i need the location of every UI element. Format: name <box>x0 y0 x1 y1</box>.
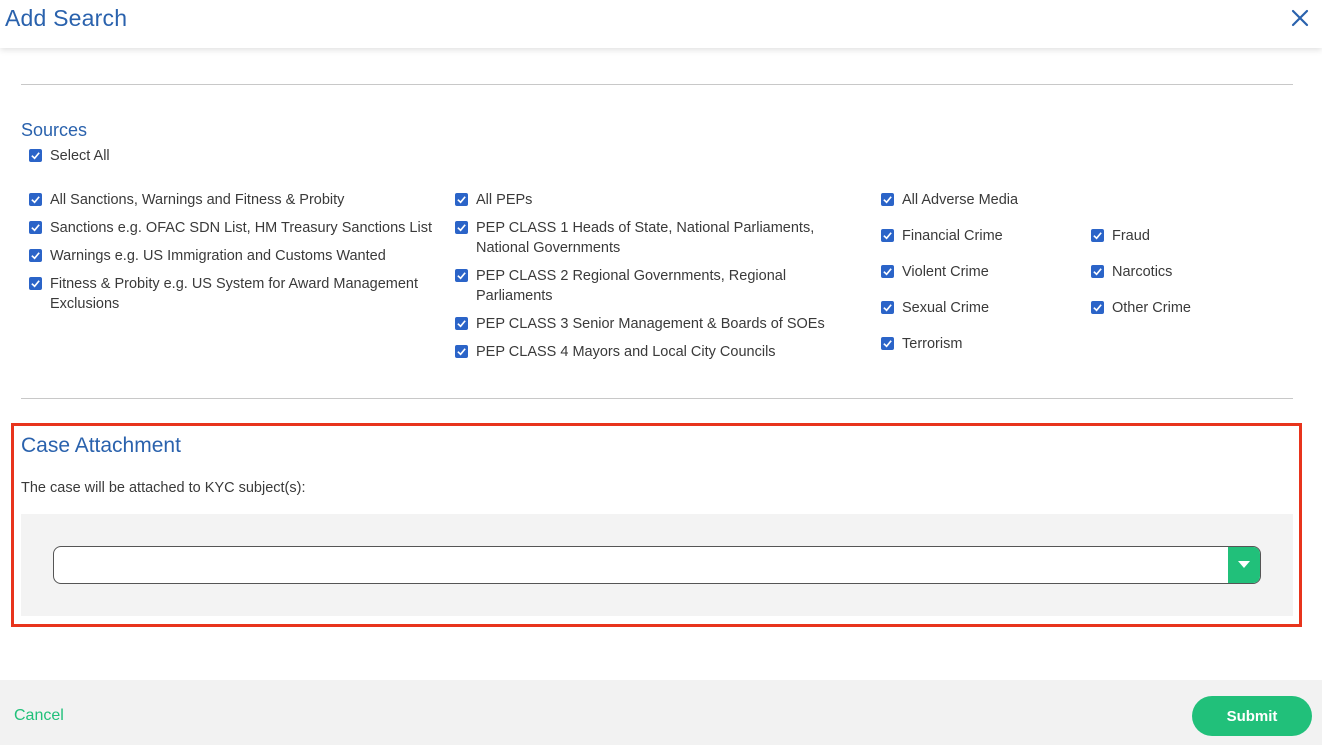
checkbox-all-peps[interactable]: All PEPs <box>455 190 835 210</box>
checkbox-label: Fraud <box>1112 228 1150 244</box>
chevron-down-icon[interactable] <box>1228 547 1260 583</box>
checkbox-label: Violent Crime <box>902 264 989 280</box>
checkbox-label: PEP CLASS 4 Mayors and Local City Counci… <box>476 344 776 360</box>
checkbox-warnings[interactable]: Warnings e.g. US Immigration and Customs… <box>29 246 439 266</box>
checkbox-checked-icon <box>881 337 894 350</box>
checkbox-narcotics[interactable]: Narcotics <box>1091 262 1281 282</box>
checkbox-pep-class-1[interactable]: PEP CLASS 1 Heads of State, National Par… <box>455 218 835 258</box>
checkbox-all-adverse-media[interactable]: All Adverse Media <box>881 190 1081 210</box>
checkbox-label: All Adverse Media <box>902 192 1019 208</box>
checkbox-checked-icon <box>29 193 42 206</box>
case-attachment-description: The case will be attached to KYC subject… <box>21 480 306 496</box>
checkbox-sanctions[interactable]: Sanctions e.g. OFAC SDN List, HM Treasur… <box>29 218 449 238</box>
checkbox-violent-crime[interactable]: Violent Crime <box>881 262 1081 282</box>
checkbox-label: Select All <box>50 148 110 164</box>
checkbox-label: Sanctions e.g. OFAC SDN List, HM Treasur… <box>50 220 432 236</box>
checkbox-checked-icon <box>455 193 468 206</box>
checkbox-checked-icon <box>455 269 468 282</box>
dialog-footer: Cancel Submit <box>0 680 1322 745</box>
checkbox-terrorism[interactable]: Terrorism <box>881 334 1081 354</box>
checkbox-label: All PEPs <box>476 192 533 208</box>
checkbox-label: PEP CLASS 2 Regional Governments, Region… <box>476 268 787 304</box>
checkbox-label: Fitness & Probity e.g. US System for Awa… <box>50 276 419 312</box>
sources-title: Sources <box>21 120 88 140</box>
dialog-header: Add Search <box>0 0 1322 48</box>
checkbox-checked-icon <box>455 317 468 330</box>
checkbox-pep-class-3[interactable]: PEP CLASS 3 Senior Management & Boards o… <box>455 314 835 334</box>
checkbox-checked-icon <box>1091 265 1104 278</box>
add-search-dialog: Add Search Sources Select All All Sancti… <box>0 0 1322 745</box>
checkbox-label: Sexual Crime <box>902 300 990 316</box>
checkbox-all-sanctions[interactable]: All Sanctions, Warnings and Fitness & Pr… <box>29 190 439 210</box>
checkbox-checked-icon <box>1091 301 1104 314</box>
checkbox-checked-icon <box>881 193 894 206</box>
case-attachment-title: Case Attachment <box>21 434 181 457</box>
select-all-checkbox[interactable]: Select All <box>29 146 110 166</box>
divider <box>21 398 1293 399</box>
checkbox-label: Narcotics <box>1112 264 1173 280</box>
submit-button[interactable]: Submit <box>1192 696 1312 736</box>
kyc-subject-select[interactable] <box>53 546 1261 584</box>
checkbox-fraud[interactable]: Fraud <box>1091 226 1281 246</box>
checkbox-fitness-probity[interactable]: Fitness & Probity e.g. US System for Awa… <box>29 274 439 314</box>
checkbox-sexual-crime[interactable]: Sexual Crime <box>881 298 1081 318</box>
checkbox-checked-icon <box>29 277 42 290</box>
checkbox-checked-icon <box>881 229 894 242</box>
checkbox-label: Terrorism <box>902 336 963 352</box>
checkbox-checked-icon <box>881 265 894 278</box>
checkbox-label: All Sanctions, Warnings and Fitness & Pr… <box>50 192 345 208</box>
checkbox-checked-icon <box>29 221 42 234</box>
checkbox-checked-icon <box>29 249 42 262</box>
checkbox-checked-icon <box>881 301 894 314</box>
divider <box>21 84 1293 85</box>
checkbox-label: Warnings e.g. US Immigration and Customs… <box>50 248 386 264</box>
checkbox-label: Financial Crime <box>902 228 1003 244</box>
checkbox-label: Other Crime <box>1112 300 1191 316</box>
checkbox-checked-icon <box>455 345 468 358</box>
checkbox-label: PEP CLASS 1 Heads of State, National Par… <box>476 220 815 256</box>
checkbox-checked-icon <box>29 149 42 162</box>
cancel-button[interactable]: Cancel <box>14 707 64 725</box>
close-icon[interactable] <box>1288 6 1312 30</box>
checkbox-financial-crime[interactable]: Financial Crime <box>881 226 1081 246</box>
dialog-title: Add Search <box>5 5 128 31</box>
checkbox-pep-class-4[interactable]: PEP CLASS 4 Mayors and Local City Counci… <box>455 342 835 362</box>
checkbox-checked-icon <box>455 221 468 234</box>
checkbox-other-crime[interactable]: Other Crime <box>1091 298 1281 318</box>
checkbox-pep-class-2[interactable]: PEP CLASS 2 Regional Governments, Region… <box>455 266 835 306</box>
checkbox-checked-icon <box>1091 229 1104 242</box>
checkbox-label: PEP CLASS 3 Senior Management & Boards o… <box>476 316 825 332</box>
